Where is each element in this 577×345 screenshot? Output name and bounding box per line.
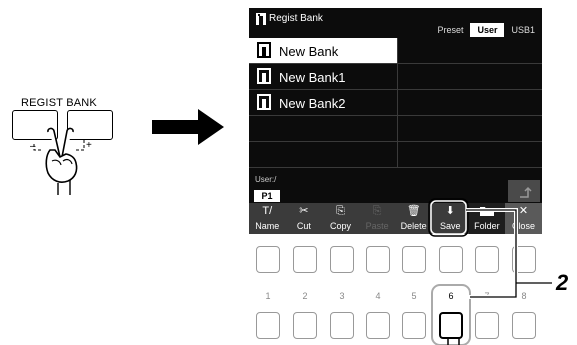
step-callout: 2 (556, 270, 569, 295)
callout-lines (428, 198, 552, 345)
